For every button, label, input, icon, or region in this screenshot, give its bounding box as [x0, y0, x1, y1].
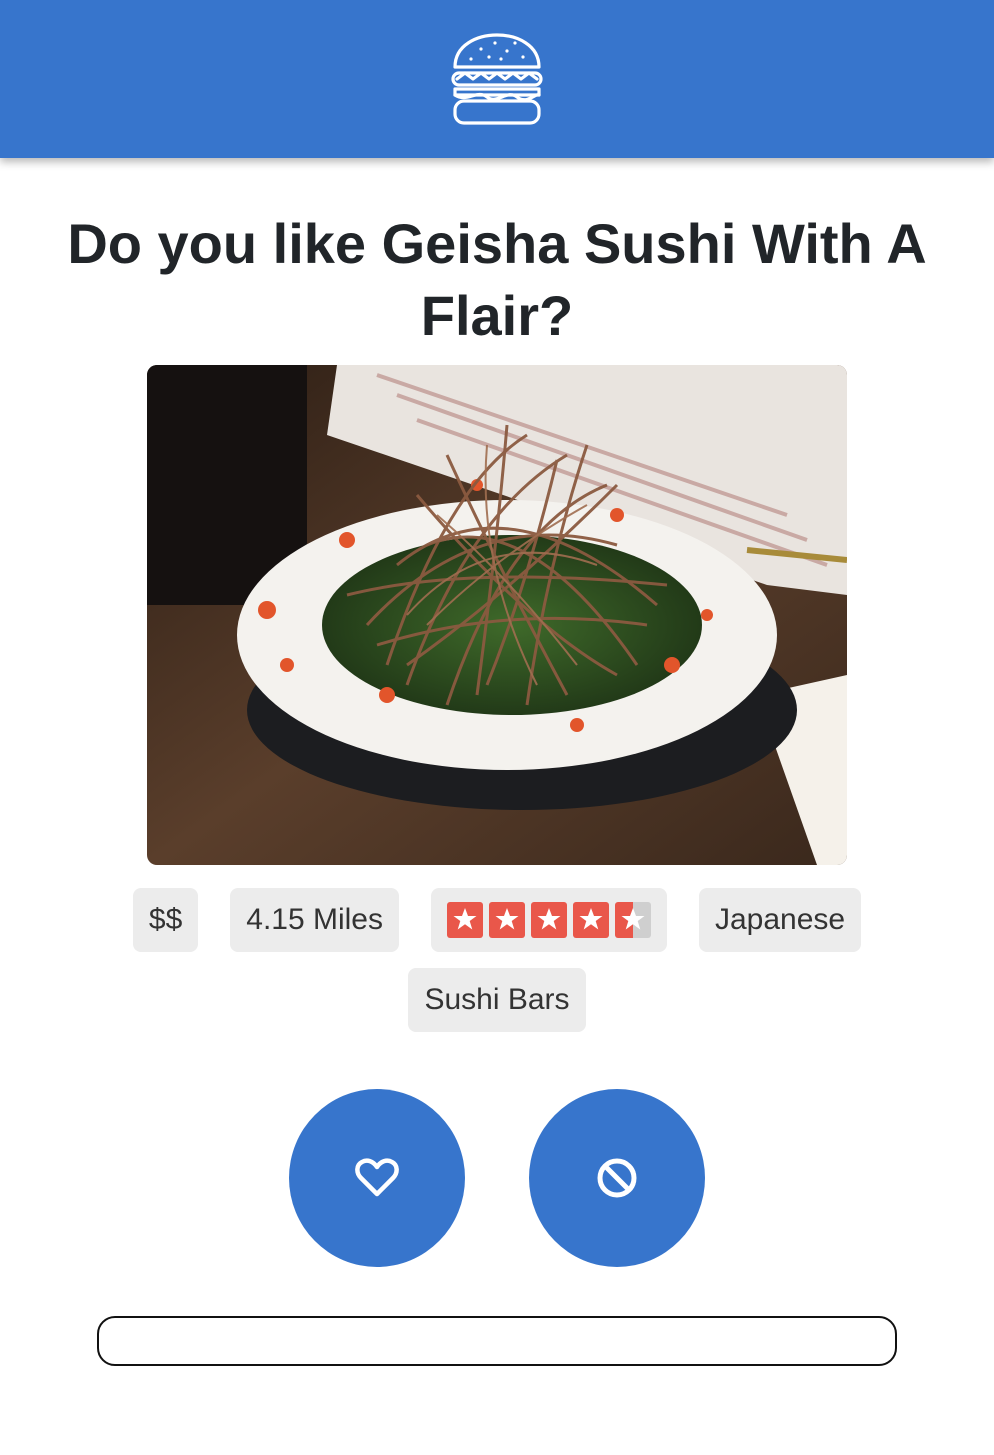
vote-actions [0, 1089, 994, 1267]
rating-star [447, 902, 483, 938]
star-rating [447, 902, 651, 938]
restaurant-name: Geisha Sushi With A Flair [381, 212, 927, 347]
app-header [0, 0, 994, 158]
like-button[interactable] [289, 1089, 465, 1267]
block-icon [597, 1158, 637, 1198]
rating-star [531, 902, 567, 938]
question-title: Do you like Geisha Sushi With A Flair? [40, 208, 954, 352]
rating-star [615, 902, 651, 938]
rating-star [573, 902, 609, 938]
rating-star [489, 902, 525, 938]
dislike-button[interactable] [529, 1089, 705, 1267]
restaurant-photo [147, 365, 847, 865]
distance-tag: 4.15 Miles [230, 888, 399, 952]
bottom-input[interactable] [97, 1316, 897, 1366]
category-tag-sushi-bars: Sushi Bars [408, 968, 586, 1032]
rating-tag [431, 888, 667, 952]
burger-icon [451, 33, 543, 125]
price-tag: $$ [132, 888, 199, 952]
heart-icon [355, 1158, 399, 1197]
question-suffix: ? [539, 284, 574, 347]
category-tag-japanese: Japanese [699, 888, 862, 952]
question-prefix: Do you like [67, 212, 382, 275]
restaurant-tags: $$ 4.15 Miles Japanese Sushi Bars [97, 888, 897, 1032]
